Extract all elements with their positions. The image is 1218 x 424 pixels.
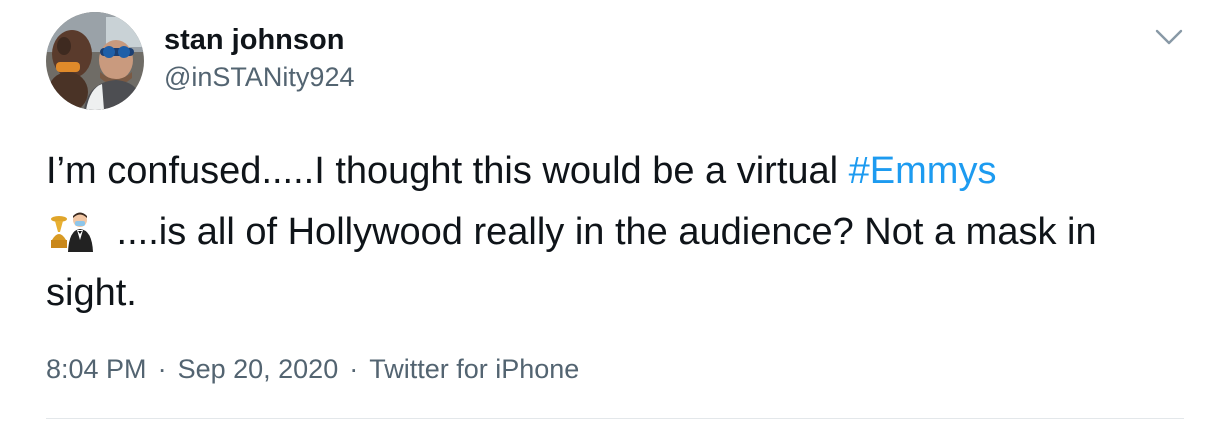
author-display-name[interactable]: stan johnson — [164, 23, 354, 57]
avatar[interactable] — [46, 12, 144, 110]
tweet-time[interactable]: 8:04 PM — [46, 354, 147, 384]
tweet-text: I’m confused.....I thought this would be… — [46, 141, 1186, 324]
avatar-image — [46, 12, 144, 110]
man-with-mask-emmy-icon — [46, 210, 96, 252]
author-names: stan johnson @inSTANity924 — [164, 23, 354, 95]
tweet-meta: 8:04 PM · Sep 20, 2020 · Twitter for iPhone — [46, 352, 579, 386]
tweet-source-link[interactable]: Twitter for iPhone — [369, 354, 579, 384]
meta-separator: · — [349, 354, 359, 384]
author-handle[interactable]: @inSTANity924 — [164, 59, 354, 95]
tweet-text-part1: I’m confused.....I thought this would be… — [46, 150, 849, 192]
tweet-header: stan johnson @inSTANity924 — [46, 12, 354, 110]
hashtag-link[interactable]: #Emmys — [849, 150, 997, 192]
tweet-date[interactable]: Sep 20, 2020 — [178, 354, 339, 384]
divider — [46, 418, 1184, 419]
tweet-text-part2: ....is all of Hollywood really in the au… — [46, 211, 1097, 314]
meta-separator: · — [157, 354, 167, 384]
tweet-card: stan johnson @inSTANity924 I’m confused.… — [0, 0, 1218, 424]
chevron-down-icon[interactable] — [1154, 26, 1184, 48]
